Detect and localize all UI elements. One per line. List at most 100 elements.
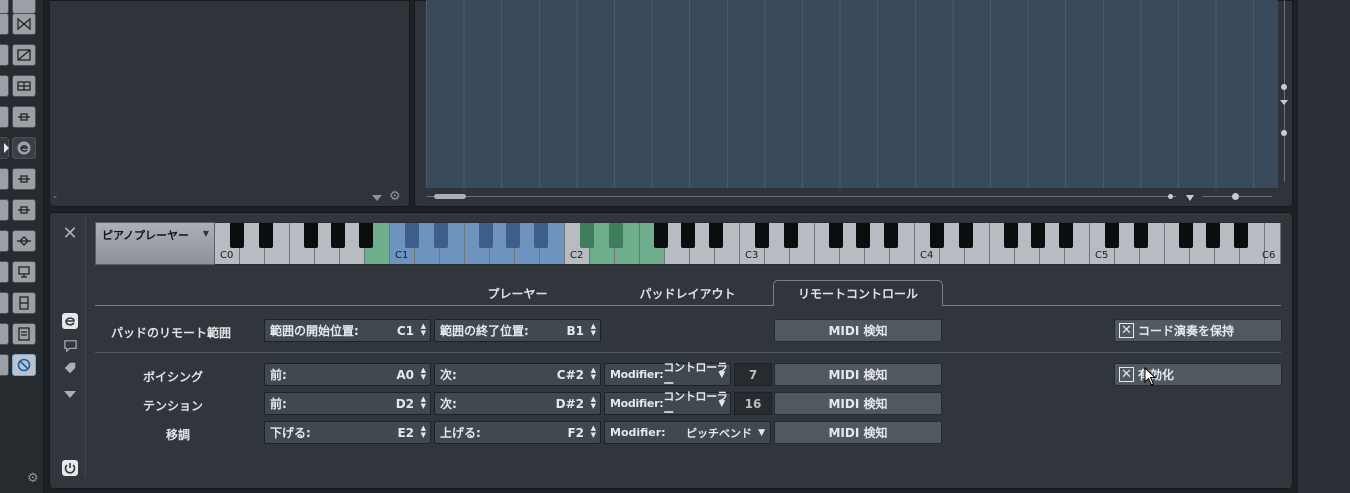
enable-checkbox[interactable]: ✕ 有効化 — [1114, 363, 1282, 386]
tab-player[interactable]: プレーヤー — [455, 280, 580, 306]
midi-learn-transpose-button[interactable]: MIDI 検知 — [774, 421, 942, 444]
zoom-handle-icon[interactable] — [1281, 130, 1287, 136]
horizontal-scrollbar[interactable] — [426, 193, 1176, 201]
zoom-handle-icon[interactable] — [1281, 84, 1287, 90]
insert-icon[interactable] — [12, 199, 36, 221]
black-key[interactable] — [708, 223, 723, 248]
forbid-icon[interactable] — [12, 354, 36, 376]
black-key[interactable] — [681, 223, 696, 248]
tool-stub[interactable] — [0, 106, 9, 128]
black-key[interactable] — [1105, 223, 1119, 248]
voicing-modifier-select[interactable]: Modifier: コントローラー ▼ — [604, 361, 731, 390]
black-key[interactable] — [856, 223, 871, 248]
tool-stub[interactable] — [0, 75, 9, 97]
chevron-down-icon[interactable] — [1186, 195, 1194, 201]
black-key[interactable] — [580, 223, 594, 248]
gear-icon[interactable]: ⚙ — [27, 472, 41, 486]
close-icon[interactable]: ✕ — [60, 223, 80, 244]
tool-button-top[interactable] — [12, 0, 36, 14]
preset-selector[interactable]: ピアノプレーヤー ▼ — [95, 222, 215, 265]
keep-chord-checkbox[interactable]: ✕ コード演奏を保持 — [1114, 319, 1282, 342]
black-key[interactable] — [1058, 223, 1073, 248]
black-key[interactable] — [608, 223, 623, 248]
black-key[interactable] — [1178, 223, 1193, 248]
grid-tool-icon[interactable] — [12, 75, 36, 97]
midi-learn-voicing-button[interactable]: MIDI 検知 — [774, 363, 942, 386]
chevron-down-icon[interactable] — [60, 384, 80, 404]
tension-next-field[interactable]: 次: D#2 ▲ ▼ — [434, 392, 601, 415]
checkbox-checked-icon[interactable]: ✕ — [1119, 367, 1134, 382]
tension-controller-number[interactable]: 16 — [734, 392, 772, 415]
range-start-field[interactable]: 範囲の開始位置: C1 ▲ ▼ — [264, 319, 431, 342]
black-key[interactable] — [433, 223, 448, 248]
checkbox-checked-icon[interactable]: ✕ — [1119, 323, 1134, 338]
spinner-icon[interactable]: ▲ ▼ — [591, 323, 596, 337]
black-key[interactable] — [258, 223, 273, 248]
spinner-icon[interactable]: ▲ ▼ — [421, 367, 426, 381]
black-key[interactable] — [533, 223, 548, 248]
black-key[interactable] — [230, 223, 244, 248]
monitor-icon[interactable] — [12, 261, 36, 283]
black-key[interactable] — [358, 223, 373, 248]
diamond-icon[interactable] — [12, 230, 36, 252]
tool-stub[interactable] — [0, 261, 9, 283]
bowtie-icon[interactable] — [12, 13, 36, 35]
black-key[interactable] — [1003, 223, 1018, 248]
comment-icon[interactable] — [60, 335, 80, 355]
spinner-icon[interactable]: ▲ ▼ — [421, 425, 426, 439]
tool-stub[interactable] — [0, 323, 9, 345]
tag-icon[interactable] — [60, 358, 80, 378]
spinner-icon[interactable]: ▲ ▼ — [591, 396, 596, 410]
black-key[interactable] — [506, 223, 521, 248]
voicing-prev-field[interactable]: 前: A0 ▲ ▼ — [264, 363, 431, 386]
black-key[interactable] — [883, 223, 898, 248]
midi-learn-range-button[interactable]: MIDI 検知 — [774, 319, 942, 342]
chevron-down-icon[interactable] — [1280, 100, 1288, 105]
tension-modifier-select[interactable]: Modifier: コントローラー ▼ — [604, 390, 731, 419]
list-icon[interactable] — [12, 323, 36, 345]
black-key[interactable] — [653, 223, 668, 248]
black-key[interactable] — [1133, 223, 1148, 248]
tool-stub[interactable] — [0, 168, 9, 190]
mute-box-icon[interactable] — [12, 44, 36, 66]
black-key[interactable] — [1206, 223, 1221, 248]
spinner-icon[interactable]: ▲ ▼ — [421, 323, 426, 337]
transpose-down-field[interactable]: 下げる: E2 ▲ ▼ — [264, 421, 431, 444]
voicing-next-field[interactable]: 次: C#2 ▲ ▼ — [434, 363, 601, 386]
tool-stub[interactable] — [0, 199, 9, 221]
gear-icon[interactable]: ⚙ — [389, 190, 401, 204]
spinner-icon[interactable]: ▲ ▼ — [591, 425, 596, 439]
chevron-down-icon[interactable] — [372, 195, 382, 201]
tool-stub[interactable] — [0, 44, 9, 66]
horizontal-zoom-slider[interactable] — [1202, 193, 1272, 201]
scroll-thumb[interactable] — [434, 194, 466, 199]
transpose-up-field[interactable]: 上げる: F2 ▲ ▼ — [434, 421, 601, 444]
voicing-controller-number[interactable]: 7 — [734, 363, 772, 386]
black-key[interactable] — [755, 223, 769, 248]
spinner-icon[interactable]: ▲ ▼ — [421, 396, 426, 410]
tool-stub[interactable] — [0, 230, 9, 252]
insert-icon[interactable] — [12, 106, 36, 128]
tab-remote-control[interactable]: リモートコントロール — [773, 280, 943, 306]
tension-prev-field[interactable]: 前: D2 ▲ ▼ — [264, 392, 431, 415]
black-key[interactable] — [405, 223, 419, 248]
split-icon[interactable] — [12, 292, 36, 314]
black-key[interactable] — [1233, 223, 1248, 248]
editor-e-icon[interactable] — [60, 311, 80, 331]
midi-learn-tension-button[interactable]: MIDI 検知 — [774, 392, 942, 415]
black-key[interactable] — [303, 223, 318, 248]
tool-stub[interactable] — [0, 292, 9, 314]
black-key[interactable] — [828, 223, 843, 248]
spinner-icon[interactable]: ▲ ▼ — [591, 367, 596, 381]
note-grid[interactable] — [426, 0, 1278, 188]
tool-stub[interactable] — [0, 354, 9, 376]
tool-stub[interactable] — [0, 13, 9, 35]
insert-icon[interactable] — [12, 168, 36, 190]
black-key[interactable] — [1031, 223, 1046, 248]
tool-stub[interactable] — [0, 0, 9, 14]
range-end-field[interactable]: 範囲の終了位置: B1 ▲ ▼ — [434, 319, 601, 342]
editor-e-icon[interactable] — [12, 137, 36, 159]
black-key[interactable] — [478, 223, 493, 248]
black-key[interactable] — [331, 223, 346, 248]
black-key[interactable] — [783, 223, 798, 248]
